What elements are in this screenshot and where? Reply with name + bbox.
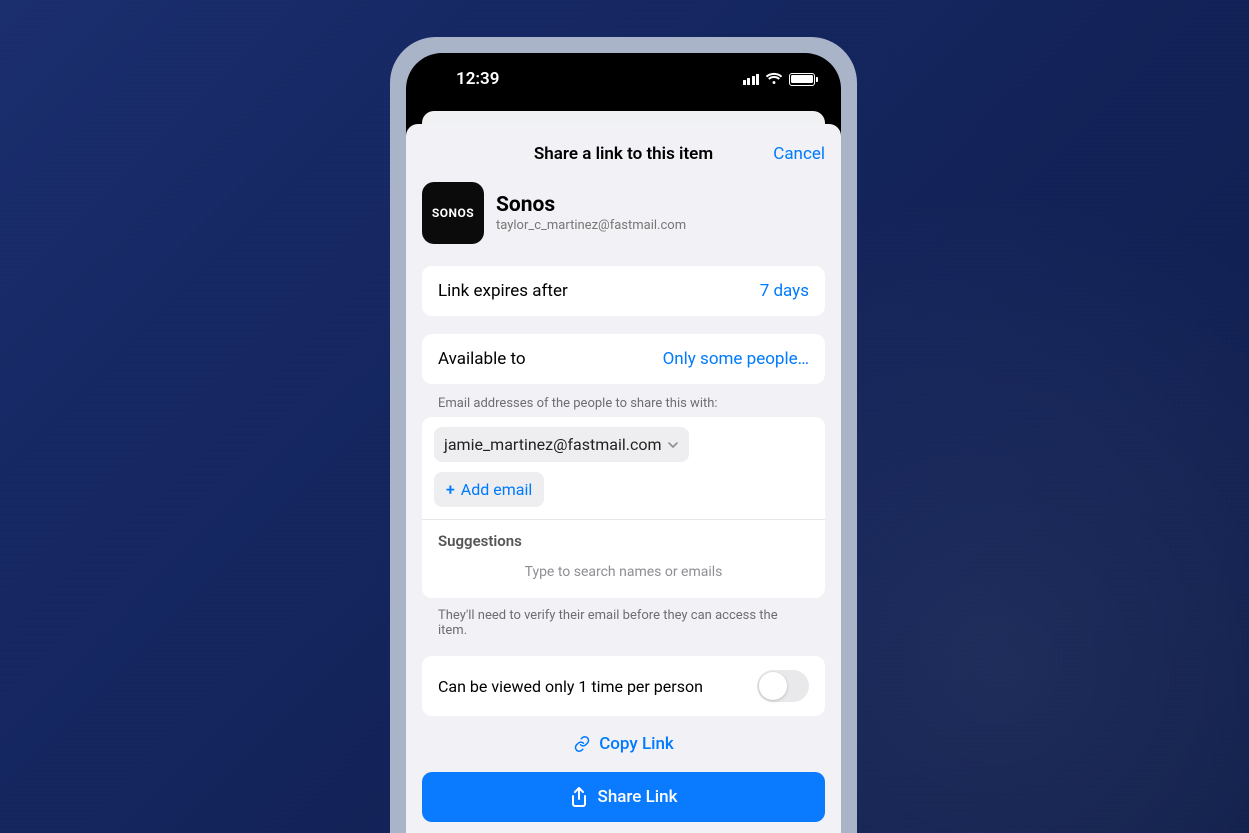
recipient-chip[interactable]: jamie_martinez@fastmail.com (434, 427, 689, 462)
link-icon (573, 735, 591, 753)
expiry-row[interactable]: Link expires after 7 days (422, 266, 825, 316)
single-view-toggle[interactable] (757, 670, 809, 702)
copy-link-label: Copy Link (599, 734, 674, 754)
add-email-button[interactable]: + Add email (434, 472, 544, 507)
availability-row[interactable]: Available to Only some people… (422, 334, 825, 384)
add-email-label: Add email (461, 480, 532, 499)
emails-card: jamie_martinez@fastmail.com + Add email … (422, 417, 825, 598)
emails-caption: Email addresses of the people to share t… (406, 384, 841, 417)
copy-link-button[interactable]: Copy Link (406, 716, 841, 766)
status-icons (743, 72, 816, 86)
item-subtitle: taylor_c_martinez@fastmail.com (496, 218, 686, 233)
item-name: Sonos (496, 193, 686, 217)
cellular-icon (743, 73, 760, 85)
phone-frame: 12:39 Share a link to this item Cancel S… (390, 37, 857, 833)
sheet-header: Share a link to this item Cancel (406, 132, 841, 176)
item-header: SONOS Sonos taylor_c_martinez@fastmail.c… (406, 176, 841, 258)
availability-label: Available to (438, 349, 526, 369)
item-app-icon: SONOS (422, 182, 484, 244)
single-view-label: Can be viewed only 1 time per person (438, 677, 703, 696)
chevron-down-icon (667, 439, 679, 451)
emails-footnote: They'll need to verify their email befor… (406, 598, 841, 638)
phone-screen: 12:39 Share a link to this item Cancel S… (406, 53, 841, 833)
expiry-value: 7 days (760, 281, 809, 301)
share-icon (570, 787, 588, 807)
single-view-card: Can be viewed only 1 time per person (422, 656, 825, 716)
status-bar: 12:39 (406, 53, 841, 105)
suggestions-heading: Suggestions (434, 520, 813, 554)
plus-icon: + (446, 480, 455, 499)
status-time: 12:39 (456, 69, 499, 89)
availability-value: Only some people… (663, 349, 809, 369)
share-link-button[interactable]: Share Link (422, 772, 825, 822)
share-sheet: Share a link to this item Cancel SONOS S… (406, 124, 841, 833)
expiry-label: Link expires after (438, 281, 568, 301)
cancel-button[interactable]: Cancel (773, 144, 825, 164)
suggestions-placeholder: Type to search names or emails (434, 554, 813, 586)
share-link-label: Share Link (598, 787, 678, 807)
wifi-icon (765, 72, 783, 86)
sheet-title: Share a link to this item (534, 144, 713, 164)
battery-icon (789, 73, 815, 86)
recipient-email: jamie_martinez@fastmail.com (444, 435, 661, 454)
